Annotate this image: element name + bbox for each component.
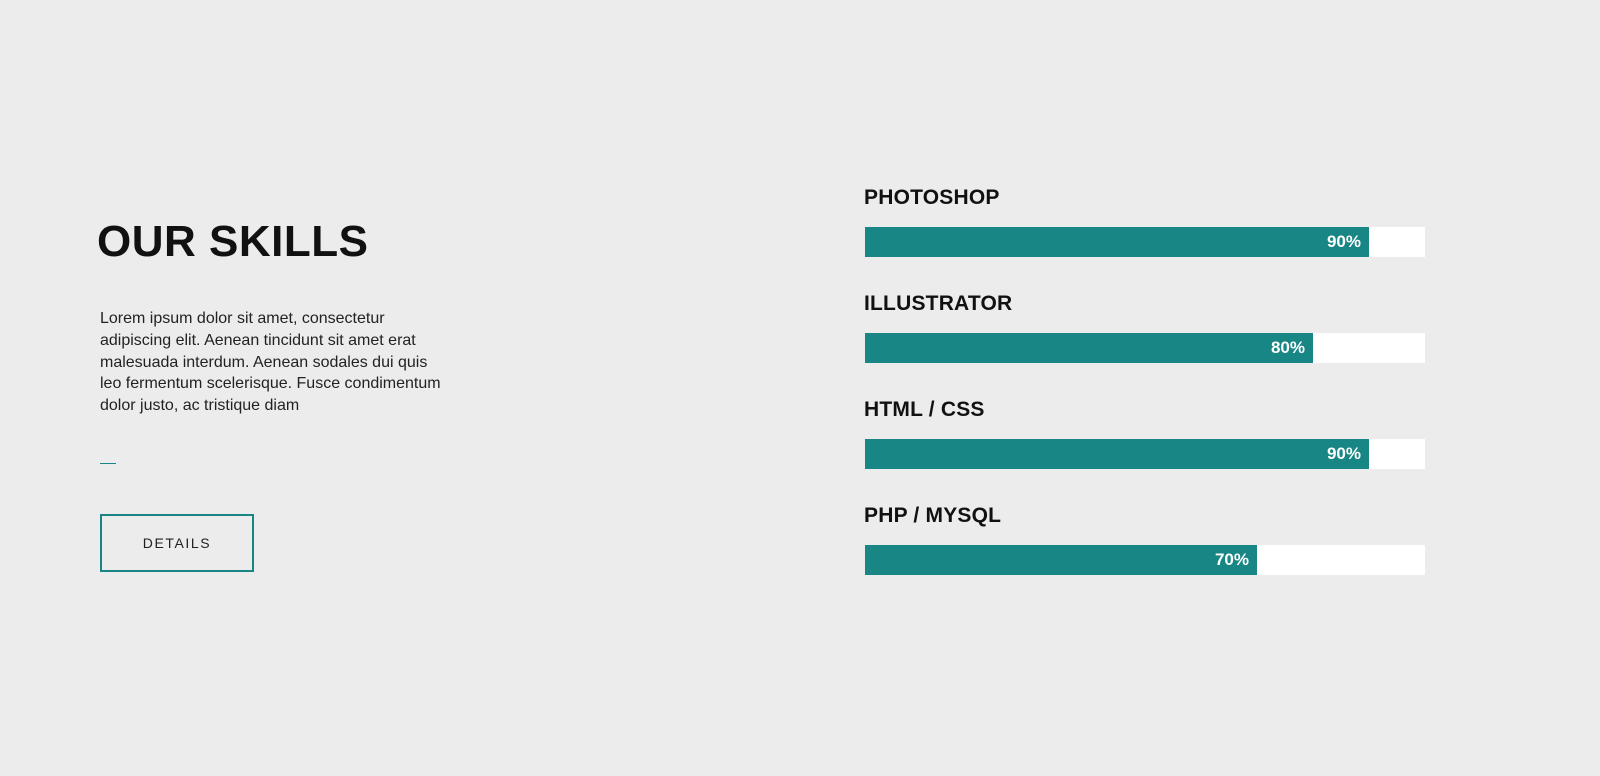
skill-bar-track: 90%: [865, 439, 1425, 469]
skill-bar-fill: 80%: [865, 333, 1313, 363]
skill-bar-fill: 90%: [865, 227, 1369, 257]
skill-bar-track: 80%: [865, 333, 1425, 363]
skill-percent-label: 80%: [1270, 338, 1305, 357]
skill-bar-track: 90%: [865, 227, 1425, 257]
accent-divider: [100, 463, 116, 464]
details-button[interactable]: DETAILS: [100, 514, 254, 572]
skill-item: PHP / MYSQL 70%: [864, 502, 1425, 608]
skill-percent-label: 90%: [1326, 444, 1361, 463]
skill-item: ILLUSTRATOR 80%: [864, 290, 1425, 396]
skill-percent-label: 70%: [1214, 550, 1249, 569]
skill-name: HTML / CSS: [864, 398, 985, 421]
skill-name: PHOTOSHOP: [864, 186, 1000, 209]
skill-item: PHOTOSHOP 90%: [864, 184, 1425, 290]
page-title: OUR SKILLS: [97, 217, 369, 266]
skills-description: Lorem ipsum dolor sit amet, consectetur …: [100, 310, 441, 415]
skill-name: PHP / MYSQL: [864, 504, 1002, 527]
skill-item: HTML / CSS 90%: [864, 396, 1425, 502]
skill-bar-fill: 70%: [865, 545, 1257, 575]
skill-name: ILLUSTRATOR: [864, 292, 1013, 315]
skills-list: PHOTOSHOP 90% ILLUSTRATOR 80% HTML / CSS…: [864, 184, 1425, 608]
skill-bar-fill: 90%: [865, 439, 1369, 469]
skill-bar-track: 70%: [865, 545, 1425, 575]
skill-percent-label: 90%: [1326, 232, 1361, 251]
